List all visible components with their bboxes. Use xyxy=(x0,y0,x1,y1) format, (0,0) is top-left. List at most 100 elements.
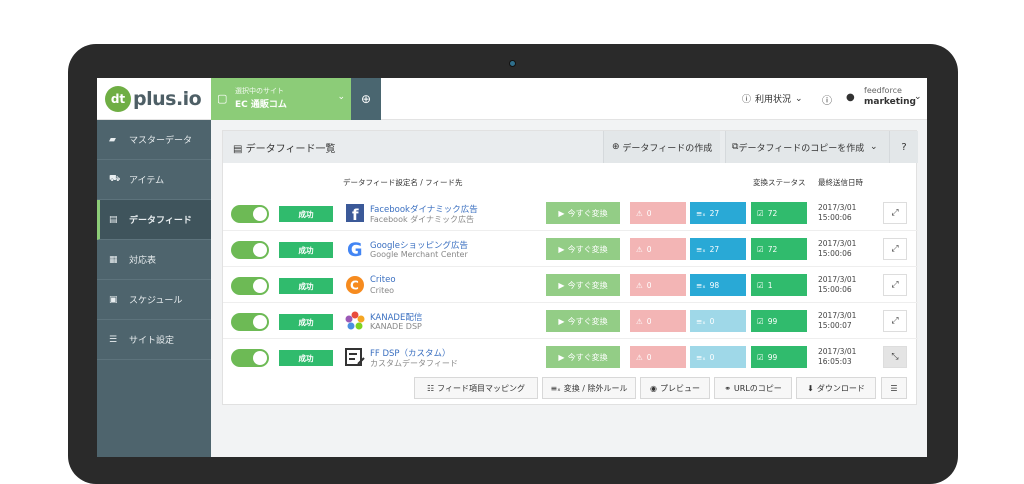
success-count[interactable]: ☑ 72 xyxy=(751,238,807,260)
collapse-icon[interactable]: ⤡ xyxy=(883,346,907,368)
site-selector[interactable]: ▢ 選択中のサイト EC 通販コム ⌄ xyxy=(211,78,351,120)
sidebar-item-mapping-table[interactable]: ▦ 対応表 xyxy=(97,240,211,280)
site-name: EC 通販コム xyxy=(235,100,287,110)
custom-feed-icon xyxy=(345,346,365,368)
transform-count[interactable]: ≡ₓ 98 xyxy=(690,274,746,296)
feed-mapping-button[interactable]: ☷ フィード項目マッピング xyxy=(414,377,538,399)
convert-now-button[interactable]: ▶ 今すぐ変換 xyxy=(546,274,620,296)
eye-icon: ◉ xyxy=(650,383,657,393)
transform-icon: ≡ₓ xyxy=(696,244,706,254)
expand-icon[interactable]: ⤢ xyxy=(883,274,907,296)
success-count[interactable]: ☑ 72 xyxy=(751,202,807,224)
transform-count[interactable]: ≡ₓ 27 xyxy=(690,238,746,260)
company-name: feedforce xyxy=(864,86,902,95)
check-icon: ☑ xyxy=(757,316,764,326)
convert-now-button[interactable]: ▶ 今すぐ変換 xyxy=(546,346,620,368)
convert-now-button[interactable]: ▶ 今すぐ変換 xyxy=(546,238,620,260)
success-count[interactable]: ☑ 1 xyxy=(751,274,807,296)
error-count[interactable]: ⚠ 0 xyxy=(630,346,686,368)
success-count[interactable]: ☑ 99 xyxy=(751,346,807,368)
svg-text:f: f xyxy=(352,206,359,222)
table-icon: ▦ xyxy=(109,254,118,265)
feed-toggle[interactable] xyxy=(231,313,269,331)
error-count[interactable]: ⚠ 0 xyxy=(630,310,686,332)
success-count[interactable]: ☑ 99 xyxy=(751,310,807,332)
create-feed-button[interactable]: ⊕ データフィードの作成 xyxy=(603,131,721,163)
copy-feed-button[interactable]: ⧉ データフィードのコピーを作成 ⌄ xyxy=(725,131,889,163)
play-icon: ▶ xyxy=(558,244,565,254)
column-header-status: 変換ステータス xyxy=(753,178,806,187)
facebook-icon: f xyxy=(345,202,365,224)
transform-icon: ≡ₓ xyxy=(696,280,706,290)
play-icon: ▶ xyxy=(558,316,565,326)
camera-dot xyxy=(509,60,516,67)
app-screen: dt plus.io ▢ 選択中のサイト EC 通販コム ⌄ ⊕ ⓘ 利用状況 … xyxy=(97,78,927,457)
cart-icon: ⛟ xyxy=(109,174,121,184)
transform-count[interactable]: ≡ₓ 27 xyxy=(690,202,746,224)
usage-icon: ⓘ xyxy=(742,95,752,105)
sliders-icon: ☰ xyxy=(890,383,898,393)
usage-label: 利用状況 xyxy=(755,95,792,105)
play-icon: ▶ xyxy=(558,352,565,362)
play-icon: ▶ xyxy=(558,280,565,290)
transform-count[interactable]: ≡ₓ 0 xyxy=(690,310,746,332)
feed-destination: Google Merchant Center xyxy=(370,250,468,259)
rules-button[interactable]: ≡ₓ 変換 / 除外ルール xyxy=(542,377,636,399)
feed-toggle[interactable] xyxy=(231,205,269,223)
feed-destination: Facebook ダイナミック広告 xyxy=(370,215,474,224)
feed-name[interactable]: Criteo xyxy=(370,275,396,285)
expand-icon[interactable]: ⤢ xyxy=(883,238,907,260)
transform-count[interactable]: ≡ₓ 0 xyxy=(690,346,746,368)
site-icon: ▢ xyxy=(217,92,228,105)
column-header-last-sent: 最終送信日時 xyxy=(818,178,863,187)
table-row: 成功 KANADE配信 KANADE DSP ▶ 今すぐ変換 ⚠ 0 ≡ₓ 0 ☑ 99… xyxy=(223,303,918,339)
status-badge: 成功 xyxy=(279,314,333,330)
feed-destination: Criteo xyxy=(370,286,395,295)
panel-header: ▤ データフィード一覧 ⊕ データフィードの作成 ⧉ データフィードのコピーを作成… xyxy=(223,131,918,163)
link-icon: ⚭ xyxy=(724,383,731,393)
sidebar-item-schedule[interactable]: ▣ スケジュール xyxy=(97,280,211,320)
download-button[interactable]: ⬇ ダウンロード xyxy=(796,377,876,399)
sidebar-item-items[interactable]: ⛟ アイテム xyxy=(97,160,211,200)
table-row: 成功 G Googleショッピング広告 Google Merchant Cent… xyxy=(223,231,918,267)
feed-toggle[interactable] xyxy=(231,241,269,259)
error-count[interactable]: ⚠ 0 xyxy=(630,274,686,296)
status-badge: 成功 xyxy=(279,278,333,294)
help-icon[interactable]: ? xyxy=(889,131,918,163)
feed-toggle[interactable] xyxy=(231,277,269,295)
feed-destination: KANADE DSP xyxy=(370,322,422,331)
copy-url-button[interactable]: ⚭ URLのコピー xyxy=(714,377,792,399)
help-icon[interactable]: ⓘ xyxy=(822,92,832,107)
panel-title: ▤ データフィード一覧 xyxy=(233,144,336,155)
status-badge: 成功 xyxy=(279,350,333,366)
preview-button[interactable]: ◉ プレビュー xyxy=(640,377,710,399)
chevron-down-icon: ⌄ xyxy=(337,92,345,102)
kanade-icon xyxy=(345,310,365,332)
usage-menu[interactable]: ⓘ 利用状況 ⌄ xyxy=(742,92,803,106)
convert-now-button[interactable]: ▶ 今すぐ変換 xyxy=(546,202,620,224)
expand-icon[interactable]: ⤢ xyxy=(883,202,907,224)
sidebar-item-data-feed[interactable]: ▤ データフィード xyxy=(97,200,211,240)
warning-icon: ⚠ xyxy=(636,244,643,254)
add-site-button[interactable]: ⊕ xyxy=(351,78,381,120)
google-icon: G xyxy=(345,238,365,260)
error-count[interactable]: ⚠ 0 xyxy=(630,202,686,224)
transform-icon: ≡ₓ xyxy=(550,383,561,393)
logo-badge: dt xyxy=(105,86,131,112)
expand-icon[interactable]: ⤢ xyxy=(883,310,907,332)
play-icon: ▶ xyxy=(558,208,565,218)
convert-now-button[interactable]: ▶ 今すぐ変換 xyxy=(546,310,620,332)
user-name: marketing xyxy=(864,97,916,107)
sidebar-item-label: サイト設定 xyxy=(129,336,175,346)
error-count[interactable]: ⚠ 0 xyxy=(630,238,686,260)
app-logo[interactable]: dt plus.io xyxy=(105,86,202,112)
criteo-icon: C xyxy=(345,274,365,296)
status-badge: 成功 xyxy=(279,206,333,222)
feed-toggle[interactable] xyxy=(231,349,269,367)
settings-sliders-button[interactable]: ☰ xyxy=(881,377,907,399)
mapping-icon: ☷ xyxy=(426,383,435,393)
sidebar-item-master-data[interactable]: ▰ マスターデータ xyxy=(97,120,211,160)
sidebar-item-site-settings[interactable]: ☰ サイト設定 xyxy=(97,320,211,360)
transform-icon: ≡ₓ xyxy=(696,352,706,362)
user-icon: ● xyxy=(846,92,855,103)
